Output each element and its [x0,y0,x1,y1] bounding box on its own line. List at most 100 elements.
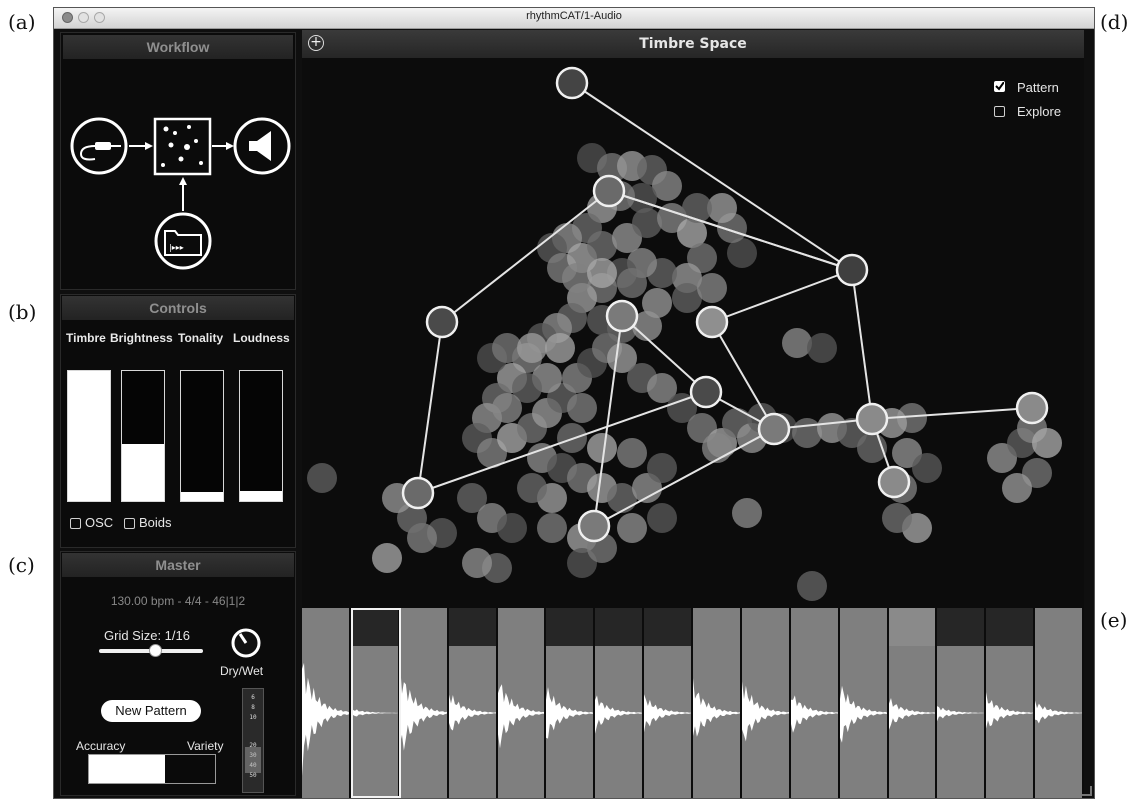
timbre-space-canvas[interactable] [302,58,1084,608]
pattern-checkbox[interactable] [994,81,1005,92]
pattern-node[interactable] [695,305,729,339]
waveform-icon [839,685,887,743]
waveform-slice[interactable] [497,608,545,798]
pattern-edge [711,269,853,323]
tonality-slider[interactable] [180,370,224,502]
waveform-path [741,681,789,742]
waveform-icon [302,662,349,776]
timbre-space-view[interactable]: Pattern Explore [302,58,1084,608]
corpus-unit-dot [682,193,712,223]
boids-checkbox[interactable] [124,518,135,529]
pattern-node[interactable] [689,375,723,409]
selected-slice-highlight [350,608,401,798]
accuracy-label: Accuracy [76,739,126,753]
waveform-slice[interactable] [986,608,1034,798]
param-label-timbre: Timbre [66,331,106,345]
corpus-unit-dot [587,258,617,288]
waveform-slice[interactable] [399,608,447,798]
arrow-up-icon [179,177,187,211]
corpus-unit-dot [647,453,677,483]
pattern-node[interactable] [757,412,791,446]
brightness-slider[interactable] [121,370,165,502]
audio-input-icon[interactable] [70,117,128,175]
waveform-slice[interactable] [644,608,691,798]
waveform-slice[interactable] [546,608,594,798]
waveform-slice[interactable] [888,608,936,798]
accuracy-variety-slider[interactable] [88,754,216,784]
arrow-right-icon [212,142,234,150]
loudness-slider[interactable] [239,370,283,502]
waveform-slice[interactable] [693,608,740,798]
corpus-unit-dot [632,208,662,238]
brightness-slider-fill [122,443,164,501]
dry-wet-knob[interactable] [230,627,262,659]
waveform-slice[interactable] [595,608,643,798]
waveform-icon [1035,700,1082,724]
meter-level [245,747,261,773]
figure-label-d: (d) [1100,10,1129,34]
corpus-unit-dot [617,438,647,468]
pattern-node[interactable] [555,66,589,100]
grid-size-slider-thumb[interactable] [149,644,163,657]
waveform-path [595,695,643,734]
pattern-node[interactable] [401,476,435,510]
param-label-loudness: Loudness [233,331,290,345]
pattern-node[interactable] [577,509,611,543]
figure-label-a: (a) [8,10,36,34]
pattern-node[interactable] [605,299,639,333]
corpus-unit-dot [797,571,827,601]
figure-label-e: (e) [1100,608,1128,632]
corpus-unit-dot [617,268,647,298]
corpus-unit-dot [537,513,567,543]
corpus-unit-dot [1002,473,1032,503]
new-pattern-button[interactable]: New Pattern [101,700,201,722]
pattern-node[interactable] [835,253,869,287]
folder-loops-icon[interactable]: |▸▸▸ [154,212,212,270]
waveform-path [790,695,838,733]
timbre-slider[interactable] [67,370,111,502]
pattern-node[interactable] [1015,391,1049,425]
corpus-unit-dot [882,503,912,533]
osc-checkbox-label: OSC [85,515,114,530]
param-label-tonality: Tonality [178,331,224,345]
app-window: rhythmCAT/1-Audio Workflow |▸▸▸ Controls… [53,7,1095,799]
pattern-checkbox-label: Pattern [1017,80,1059,95]
corpus-unit-dot [517,333,547,363]
waveform-icon [448,694,496,731]
waveform-slice[interactable] [448,608,496,798]
speaker-output-icon[interactable] [233,117,291,175]
arrow-right-icon [129,142,153,150]
grid-size-slider[interactable] [99,644,203,658]
resize-grip-icon[interactable] [1082,786,1092,796]
pattern-node[interactable] [855,402,889,436]
waveform-path [937,706,985,722]
waveform-icon [644,694,691,733]
explore-checkbox-label: Explore [1017,104,1062,119]
osc-checkbox[interactable] [70,518,81,529]
master-panel-title: Master [62,553,294,577]
waveform-slice[interactable] [790,608,838,798]
waveform-slice[interactable] [741,608,789,798]
explore-checkbox[interactable] [994,106,1005,117]
corpus-unit-dot [545,333,575,363]
corpus-grid-icon[interactable] [153,117,212,176]
pattern-node[interactable] [592,174,626,208]
corpus-unit-dot [697,273,727,303]
waveform-path [448,694,496,731]
waveform-slice[interactable] [937,608,985,798]
waveform-icon [546,687,594,739]
meter-tick: 10 [249,714,257,721]
waveform-path [986,692,1034,729]
waveform-slice[interactable] [1035,608,1082,798]
corpus-unit-dot [732,498,762,528]
waveform-slice[interactable] [302,608,349,798]
pattern-node[interactable] [425,305,459,339]
title-bar: rhythmCAT/1-Audio [54,8,1094,29]
corpus-unit-dot [562,263,592,293]
workflow-panel-title: Workflow [63,35,293,59]
pattern-edge [851,269,873,420]
waveform-path [839,685,887,743]
pattern-node[interactable] [877,465,911,499]
waveform-slice[interactable] [839,608,887,798]
corpus-unit-dot [807,333,837,363]
